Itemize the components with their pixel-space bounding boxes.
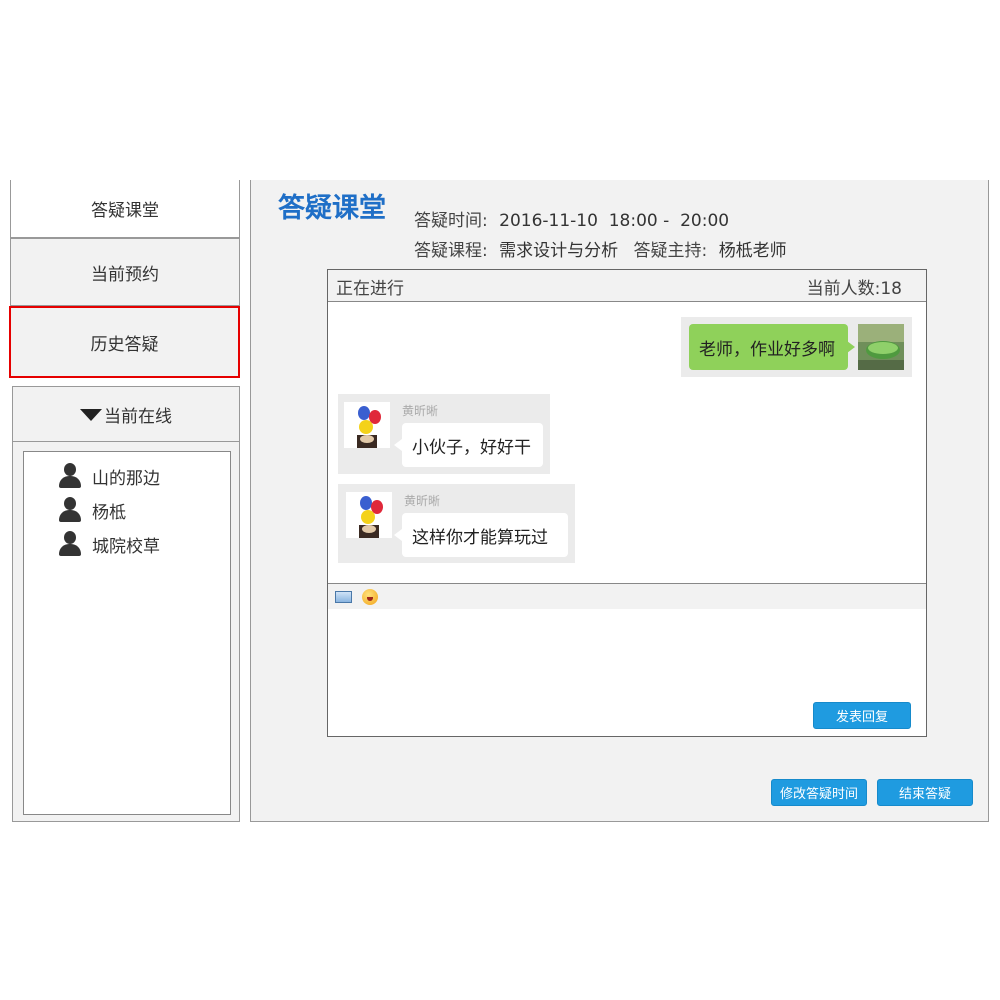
message-sender: 黄昕晰 xyxy=(402,404,439,418)
caret-down-icon xyxy=(80,409,102,421)
bubble-tail xyxy=(394,439,402,451)
nav-item-label: 当前预约 xyxy=(91,264,159,285)
chat-message: 黄昕晰 这样你才能算玩过 xyxy=(338,484,575,563)
chat-input-toolbar xyxy=(328,583,926,610)
online-users-list: 山的那边 杨柢 城院校草 xyxy=(23,451,231,815)
avatar xyxy=(858,324,904,370)
main-panel: 答疑课堂 答疑时间: 2016-11-10 18:00 - 20:00 答疑课程… xyxy=(250,180,989,822)
qa-host-label: 答疑主持: xyxy=(633,241,708,261)
online-users-panel: 当前在线 山的那边 杨柢 城院校草 xyxy=(12,386,240,822)
message-bubble: 小伙子，好好干 xyxy=(402,423,543,467)
avatar xyxy=(346,492,392,538)
image-icon[interactable] xyxy=(335,591,352,603)
online-user-item[interactable]: 山的那边 xyxy=(58,462,160,490)
participant-count: 当前人数:18 xyxy=(806,279,902,299)
nav-item-history-qa[interactable]: 历史答疑 xyxy=(9,306,240,378)
bubble-tail xyxy=(394,529,402,541)
bubble-tail xyxy=(847,341,855,353)
message-sender: 黄昕晰 xyxy=(404,494,441,508)
chat-message-self: 老师，作业好多啊 xyxy=(681,317,912,377)
message-bubble: 这样你才能算玩过 xyxy=(402,513,568,557)
nav-item-current-appointments[interactable]: 当前预约 xyxy=(10,238,240,306)
online-users-toggle[interactable]: 当前在线 xyxy=(13,387,239,442)
qa-course-label: 答疑课程: xyxy=(414,241,488,261)
message-bubble: 老师，作业好多啊 xyxy=(689,324,848,370)
online-user-item[interactable]: 城院校草 xyxy=(58,530,160,558)
modify-time-button[interactable]: 修改答疑时间 xyxy=(771,779,867,806)
page-title: 答疑课堂 xyxy=(278,193,386,224)
qa-course-row: 答疑课程: 需求设计与分析 答疑主持: 杨柢老师 xyxy=(414,236,787,261)
chat-status: 正在进行 xyxy=(336,279,404,299)
user-icon xyxy=(58,463,82,489)
qa-time-label: 答疑时间: xyxy=(414,211,488,231)
qa-time-row: 答疑时间: 2016-11-10 18:00 - 20:00 xyxy=(414,206,729,231)
nav-item-label: 历史答疑 xyxy=(90,334,159,355)
end-qa-button[interactable]: 结束答疑 xyxy=(877,779,973,806)
nav-item-label: 答疑课堂 xyxy=(91,201,159,221)
online-user-name: 杨柢 xyxy=(92,502,126,523)
sidebar: 答疑课堂 当前预约 历史答疑 当前在线 山的那边 杨柢 城院校草 xyxy=(9,180,240,822)
send-reply-button[interactable]: 发表回复 xyxy=(813,702,911,729)
qa-time-value: 2016-11-10 18:00 - 20:00 xyxy=(499,211,730,231)
online-users-header: 当前在线 xyxy=(104,406,172,427)
user-icon xyxy=(58,497,82,523)
online-user-name: 山的那边 xyxy=(92,468,160,489)
qa-course-value: 需求设计与分析 xyxy=(499,241,619,261)
chat-window: 正在进行 当前人数:18 老师，作业好多啊 黄昕晰 小伙子，好好干 黄昕晰 这样… xyxy=(327,269,927,737)
emoji-icon[interactable] xyxy=(362,589,378,605)
online-user-item[interactable]: 杨柢 xyxy=(58,496,126,524)
chat-message: 黄昕晰 小伙子，好好干 xyxy=(338,394,550,474)
online-user-name: 城院校草 xyxy=(92,536,160,557)
user-icon xyxy=(58,531,82,557)
qa-host-value: 杨柢老师 xyxy=(718,241,787,261)
nav-item-qa-classroom[interactable]: 答疑课堂 xyxy=(10,180,240,238)
chat-header: 正在进行 当前人数:18 xyxy=(328,270,926,302)
avatar xyxy=(344,402,390,448)
